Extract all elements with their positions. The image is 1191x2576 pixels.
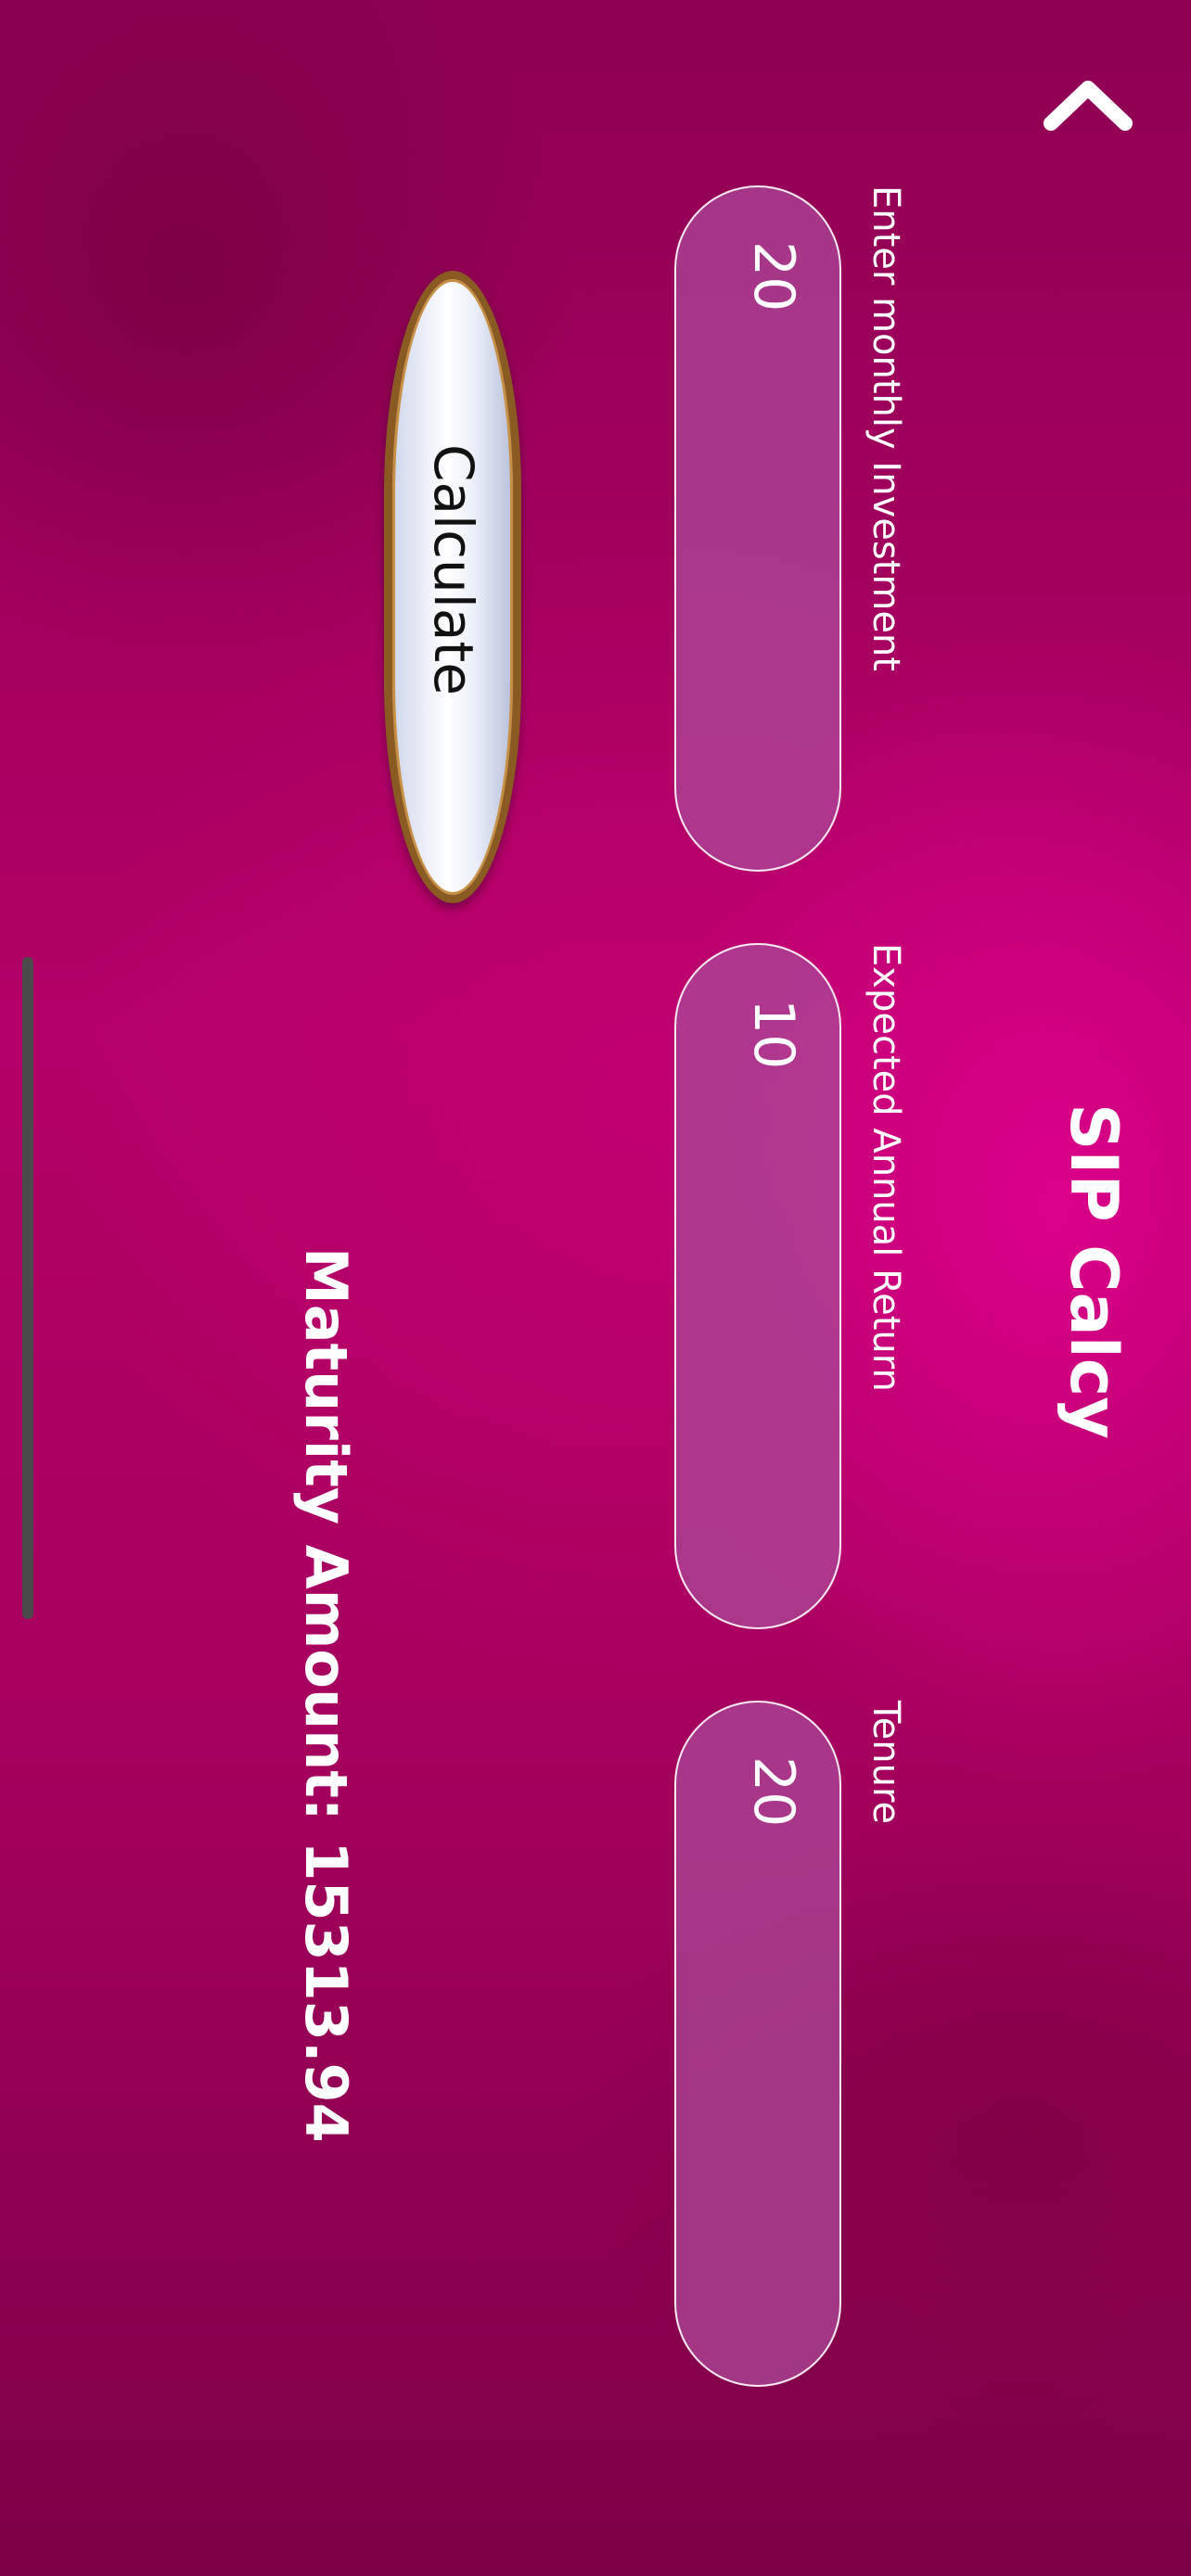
annual-return-label: Expected Annual Return xyxy=(864,943,907,1392)
monthly-investment-input[interactable]: 20 xyxy=(674,185,841,872)
monthly-investment-label: Enter monthly Investment xyxy=(864,185,907,671)
home-indicator[interactable] xyxy=(22,957,33,1619)
annual-return-input[interactable]: 10 xyxy=(674,943,841,1629)
annual-return-value: 10 xyxy=(741,999,806,1070)
maturity-amount-result: Maturity Amount: 15313.94 xyxy=(292,1247,360,2143)
chevron-up-icon xyxy=(1044,81,1133,131)
page-title: SIP Calcy xyxy=(1056,1103,1132,1439)
tenure-label: Tenure xyxy=(864,1701,907,1825)
monthly-investment-value: 20 xyxy=(741,241,806,312)
sip-calculator-screen: SIP Calcy Enter monthly Investment 20 Ex… xyxy=(0,0,1191,2576)
calculate-button[interactable]: Calculate xyxy=(384,271,521,903)
calculate-button-label: Calculate xyxy=(422,444,485,695)
tenure-input[interactable]: 20 xyxy=(674,1701,841,2387)
tenure-value: 20 xyxy=(741,1756,806,1828)
back-button[interactable] xyxy=(1037,67,1139,141)
